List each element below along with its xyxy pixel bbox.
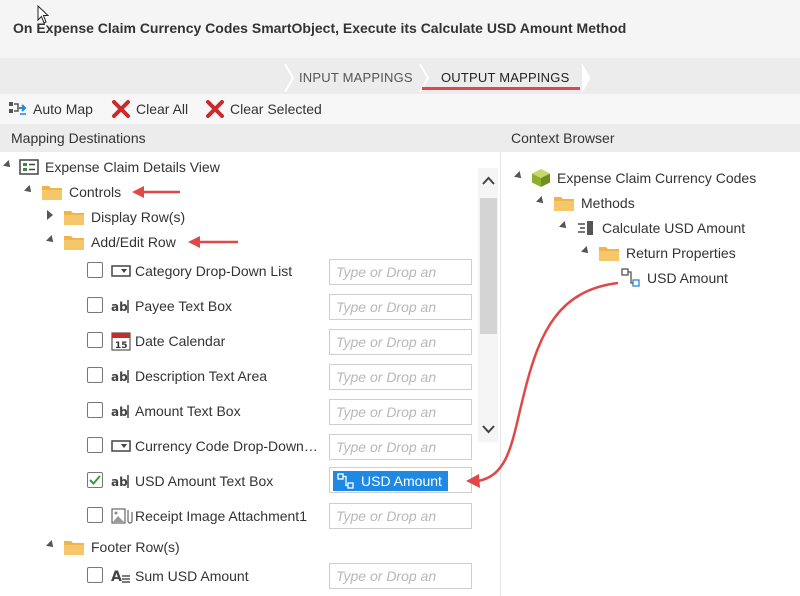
- annotation-arrow-icon: [188, 236, 238, 248]
- annotation-overlay: [132, 186, 619, 488]
- annotation-arrow-icon: [132, 186, 180, 198]
- annotation-curve-arrow-icon: [466, 281, 619, 488]
